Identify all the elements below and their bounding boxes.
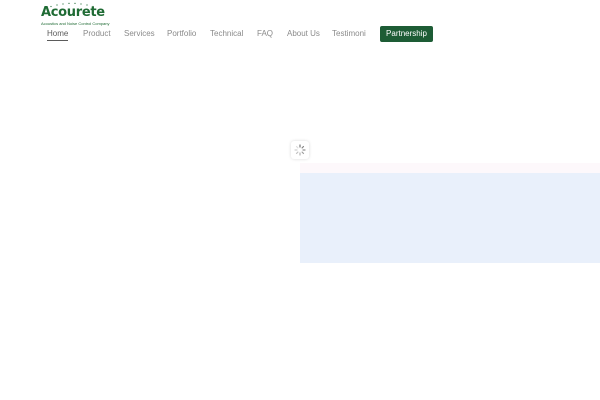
nav-item-technical[interactable]: Technical — [210, 29, 243, 39]
section-strip — [300, 163, 600, 173]
nav-item-portfolio[interactable]: Portfolio — [167, 29, 196, 39]
page: Acourete Acoustics and Noise Control Com… — [0, 0, 600, 400]
nav-item-product[interactable]: Product — [83, 29, 111, 39]
partnership-button[interactable]: Partnership — [380, 26, 433, 42]
nav-item-home[interactable]: Home — [47, 29, 69, 41]
logo-wordmark: Acourete — [41, 5, 105, 20]
spinner-icon — [294, 144, 306, 156]
nav-item-services[interactable]: Services — [124, 29, 155, 39]
nav-item-faq[interactable]: FAQ — [257, 29, 273, 39]
loading-spinner — [291, 141, 309, 159]
site-header: Acourete Acoustics and Noise Control Com… — [0, 0, 600, 46]
logo[interactable]: Acourete Acoustics and Noise Control Com… — [40, 2, 109, 26]
main-nav: Home Product Services Portfolio Technica… — [0, 26, 600, 42]
content-panel — [300, 173, 600, 263]
nav-item-about-us[interactable]: About Us — [287, 29, 320, 39]
nav-item-testimoni[interactable]: Testimoni — [332, 29, 366, 39]
